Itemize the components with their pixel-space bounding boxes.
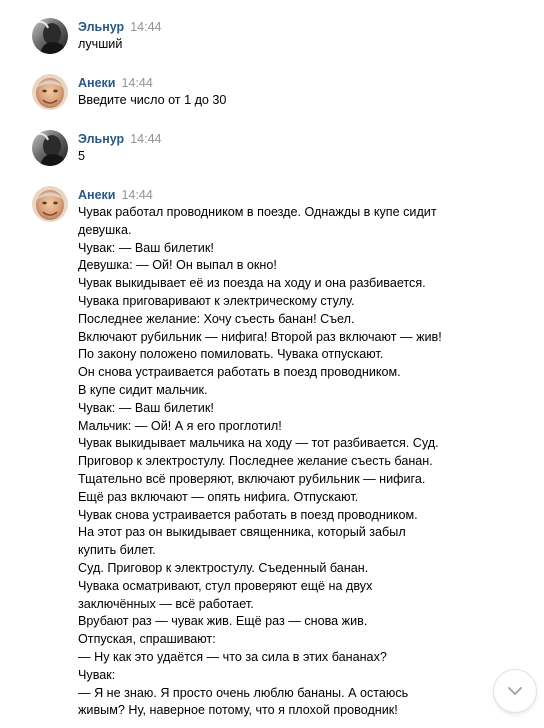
avatar[interactable] bbox=[32, 74, 68, 110]
avatar-face-photo-icon bbox=[32, 74, 68, 110]
message-time[interactable]: 14:44 bbox=[130, 132, 161, 146]
chevron-down-icon bbox=[508, 687, 522, 695]
message-line: Девушка: — Ой! Он выпал в окно! bbox=[78, 258, 277, 273]
message-line: Чувак: — Ваш билетик! bbox=[78, 400, 214, 415]
message-text: Чувак работал проводником в поезде. Одна… bbox=[78, 204, 478, 720]
avatar[interactable] bbox=[32, 130, 68, 166]
message-line: девушка. bbox=[78, 222, 132, 237]
message-line: Врубают раз — чувак жив. Ещё раз — снова… bbox=[78, 614, 368, 629]
scroll-down-button[interactable] bbox=[494, 670, 536, 712]
message-line: Последнее желание: Хочу съесть банан! Съ… bbox=[78, 311, 355, 326]
message-time[interactable]: 14:44 bbox=[121, 76, 152, 90]
message-line: 5 bbox=[78, 149, 86, 163]
message-line: — Я не знаю. Я просто очень люблю бананы… bbox=[78, 685, 409, 700]
message-header: Анеки 14:44 bbox=[78, 186, 153, 203]
author-name[interactable]: Эльнур bbox=[78, 20, 124, 34]
message-time[interactable]: 14:44 bbox=[130, 20, 161, 34]
message-line: В купе сидит мальчик. bbox=[78, 382, 208, 397]
message-text: 5 bbox=[78, 148, 478, 166]
message-line: Чувака осматривают, стул проверяют ещё н… bbox=[78, 578, 373, 593]
message-line: Чувак: bbox=[78, 667, 116, 682]
chat-history: Эльнур 14:44 лучший Анеки 14:44 Введите чи… bbox=[0, 0, 544, 728]
message-text: лучший bbox=[78, 36, 478, 54]
message-line: Чувака приговаривают к электрическому ст… bbox=[78, 293, 355, 308]
message-line: Чувак выкидывает её из поезда на ходу и … bbox=[78, 276, 426, 291]
message-time[interactable]: 14:44 bbox=[121, 188, 152, 202]
message-line: Ещё раз включают — опять нифига. Отпуска… bbox=[78, 489, 359, 504]
message-line: купить билет. bbox=[78, 543, 156, 558]
message-line: Мальчик: — Ой! А я его проглотил! bbox=[78, 418, 282, 433]
message-line: — Ну как это удаётся — что за сила в эти… bbox=[78, 649, 387, 664]
message-line: Отпуская, спрашивают: bbox=[78, 632, 216, 647]
message-header: Эльнур 14:44 bbox=[78, 130, 161, 147]
message-header: Анеки 14:44 bbox=[78, 74, 153, 91]
message-line: Чувак снова устраивается работать в поез… bbox=[78, 507, 418, 522]
author-name[interactable]: Анеки bbox=[78, 188, 115, 202]
avatar-dark-photo-icon bbox=[32, 18, 68, 54]
message-line: заключённых — всё работает. bbox=[78, 596, 254, 611]
avatar[interactable] bbox=[32, 18, 68, 54]
message-line: Приговор к электростулу. Последнее желан… bbox=[78, 454, 433, 469]
message-line: Он снова устраивается работать в поезд п… bbox=[78, 365, 401, 380]
message-line: Чувак работал проводником в поезде. Одна… bbox=[78, 205, 437, 219]
message-line: лучший bbox=[78, 37, 123, 51]
author-name[interactable]: Эльнур bbox=[78, 132, 124, 146]
message-line: На этот раз он выкидывает священника, ко… bbox=[78, 525, 406, 540]
message-line: живым? Ну, наверное потому, что я плохой… bbox=[78, 703, 398, 718]
message-line: Тщательно всё проверяют, включают рубиль… bbox=[78, 471, 426, 486]
message-text: Введите число от 1 до 30 bbox=[78, 92, 478, 110]
message-line: Суд. Приговор к электростулу. Съеденный … bbox=[78, 560, 369, 575]
avatar-dark-photo-icon bbox=[32, 130, 68, 166]
message-line: Чувак: — Ваш билетик! bbox=[78, 240, 214, 255]
message-line: По закону положено помиловать. Чувака от… bbox=[78, 347, 384, 362]
message-header: Эльнур 14:44 bbox=[78, 18, 161, 35]
avatar-face-photo-icon bbox=[32, 186, 68, 222]
message-line: Включают рубильник — нифига! Второй раз … bbox=[78, 329, 442, 344]
message-line: Введите число от 1 до 30 bbox=[78, 93, 227, 107]
author-name[interactable]: Анеки bbox=[78, 76, 115, 90]
message-line: Чувак выкидывает мальчика на ходу — тот … bbox=[78, 436, 439, 451]
avatar[interactable] bbox=[32, 186, 68, 222]
